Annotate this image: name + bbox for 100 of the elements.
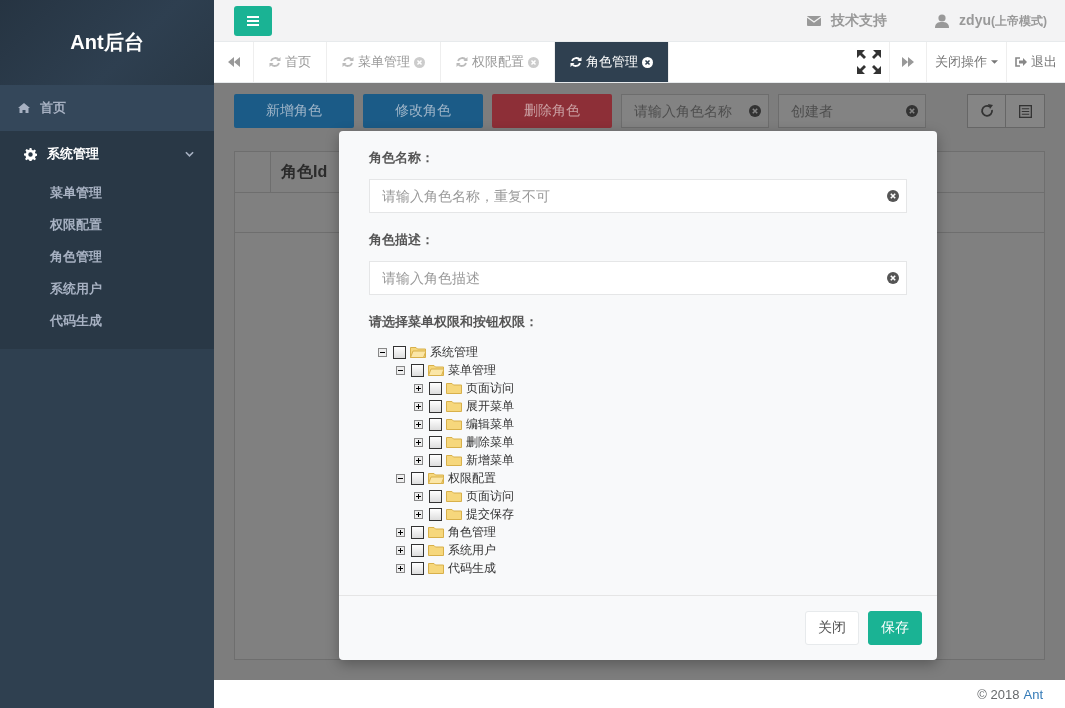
expander-icon[interactable] [378,347,387,357]
tree-node-label[interactable]: 代码生成 [448,559,496,577]
sidebar-item[interactable]: 系统管理 [0,131,214,177]
envelope-icon [807,15,822,26]
tree-node-label[interactable]: 新增菜单 [466,451,514,469]
expander-icon[interactable] [396,527,405,537]
tab[interactable]: 角色管理 [555,42,669,82]
dialog-button[interactable]: 关闭 [805,611,859,645]
refresh-button[interactable] [967,94,1006,128]
clear-icon[interactable] [887,190,899,202]
checkbox[interactable] [411,363,424,377]
folder-icon [446,454,462,466]
user-icon [935,13,950,28]
footer-link[interactable]: Ant [1023,686,1043,702]
refresh-icon [342,56,354,68]
folder-icon [446,382,462,394]
sign-out-icon [1015,57,1027,67]
sidebar-subitem[interactable]: 代码生成 [0,305,214,337]
tree-node-label[interactable]: 编辑菜单 [466,415,514,433]
checkbox[interactable] [429,435,442,449]
checkbox[interactable] [429,399,442,413]
folder-icon [446,490,462,502]
copyright-text: © 2018 [977,686,1020,702]
expander-icon[interactable] [414,509,423,519]
chevron-icon [185,151,194,157]
expander-icon[interactable] [414,437,423,447]
folder-icon [428,526,444,538]
input-field[interactable]: 请输入角色名称，重复不可 [369,179,907,213]
checkbox[interactable] [411,525,424,539]
tree-node-label[interactable]: 删除菜单 [466,433,514,451]
folder-icon [446,508,462,520]
open-folder-icon [410,346,426,358]
field-label: 角色名称： [369,149,435,167]
column-header[interactable]: 角色Id [271,152,338,192]
sidebar-item[interactable]: 首页 [0,85,214,131]
input-field[interactable]: 请输入角色描述 [369,261,907,295]
refresh-icon [979,104,994,118]
field-label: 请选择菜单权限和按钮权限： [369,313,539,331]
checkbox[interactable] [411,471,424,485]
fullscreen-icon [857,50,881,74]
checkbox[interactable] [429,381,442,395]
expander-icon[interactable] [396,473,405,483]
gear-icon [24,147,37,161]
menu-button[interactable] [234,5,272,36]
sidebar-subitem[interactable]: 权限配置 [0,209,214,241]
checkbox[interactable] [429,507,442,521]
expander-icon[interactable] [414,491,423,501]
tree-node-label[interactable]: 提交保存 [466,505,514,523]
folder-icon [446,400,462,412]
open-folder-icon [428,472,444,484]
folder-icon [428,544,444,556]
logo-text: Ant后台 [70,30,144,55]
checkbox[interactable] [411,543,424,557]
tree-node-label[interactable]: 菜单管理 [448,361,496,379]
tree-node-label[interactable]: 角色管理 [448,523,496,541]
columns-button[interactable] [1006,94,1045,128]
sidebar-subitem[interactable]: 菜单管理 [0,177,214,209]
clear-icon[interactable] [749,105,761,117]
forward-icon [902,57,914,67]
clear-icon[interactable] [887,272,899,284]
toolbar-button[interactable]: 删除角色 [492,94,612,128]
toolbar-button[interactable]: 新增角色 [234,94,354,128]
sidebar-subitem[interactable]: 系统用户 [0,273,214,305]
checkbox[interactable] [429,417,442,431]
list-icon [1018,104,1032,118]
expander-icon[interactable] [414,401,423,411]
backward-icon [227,57,240,67]
refresh-icon [456,56,468,68]
tab[interactable]: 菜单管理 [327,42,441,82]
folder-icon [446,436,462,448]
checkbox[interactable] [429,453,442,467]
caret-icon [991,60,998,64]
folder-icon [428,562,444,574]
expander-icon[interactable] [396,545,405,555]
expander-icon[interactable] [396,365,405,375]
menu-icon [247,15,259,26]
tree-node-label[interactable]: 展开菜单 [466,397,514,415]
checkbox[interactable] [393,345,406,359]
refresh-icon [570,56,582,68]
open-folder-icon [428,364,444,376]
expander-icon[interactable] [414,419,423,429]
refresh-icon [269,56,281,68]
checkbox[interactable] [429,489,442,503]
expander-icon[interactable] [414,383,423,393]
sidebar-subitem[interactable]: 角色管理 [0,241,214,273]
tree-node-label[interactable]: 页面访问 [466,379,514,397]
folder-icon [446,418,462,430]
tree-node-label[interactable]: 系统管理 [430,343,478,361]
toolbar-button[interactable]: 修改角色 [363,94,483,128]
home-icon [18,103,30,113]
close-icon[interactable] [642,56,653,68]
checkbox[interactable] [411,561,424,575]
tree-node-label[interactable]: 页面访问 [466,487,514,505]
tree-node-label[interactable]: 权限配置 [448,469,496,487]
field-label: 角色描述： [369,231,435,249]
expander-icon[interactable] [414,455,423,465]
tree-node-label[interactable]: 系统用户 [448,541,496,559]
expander-icon[interactable] [396,563,405,573]
tab[interactable]: 首页 [254,42,327,82]
clear-icon[interactable] [906,105,918,117]
